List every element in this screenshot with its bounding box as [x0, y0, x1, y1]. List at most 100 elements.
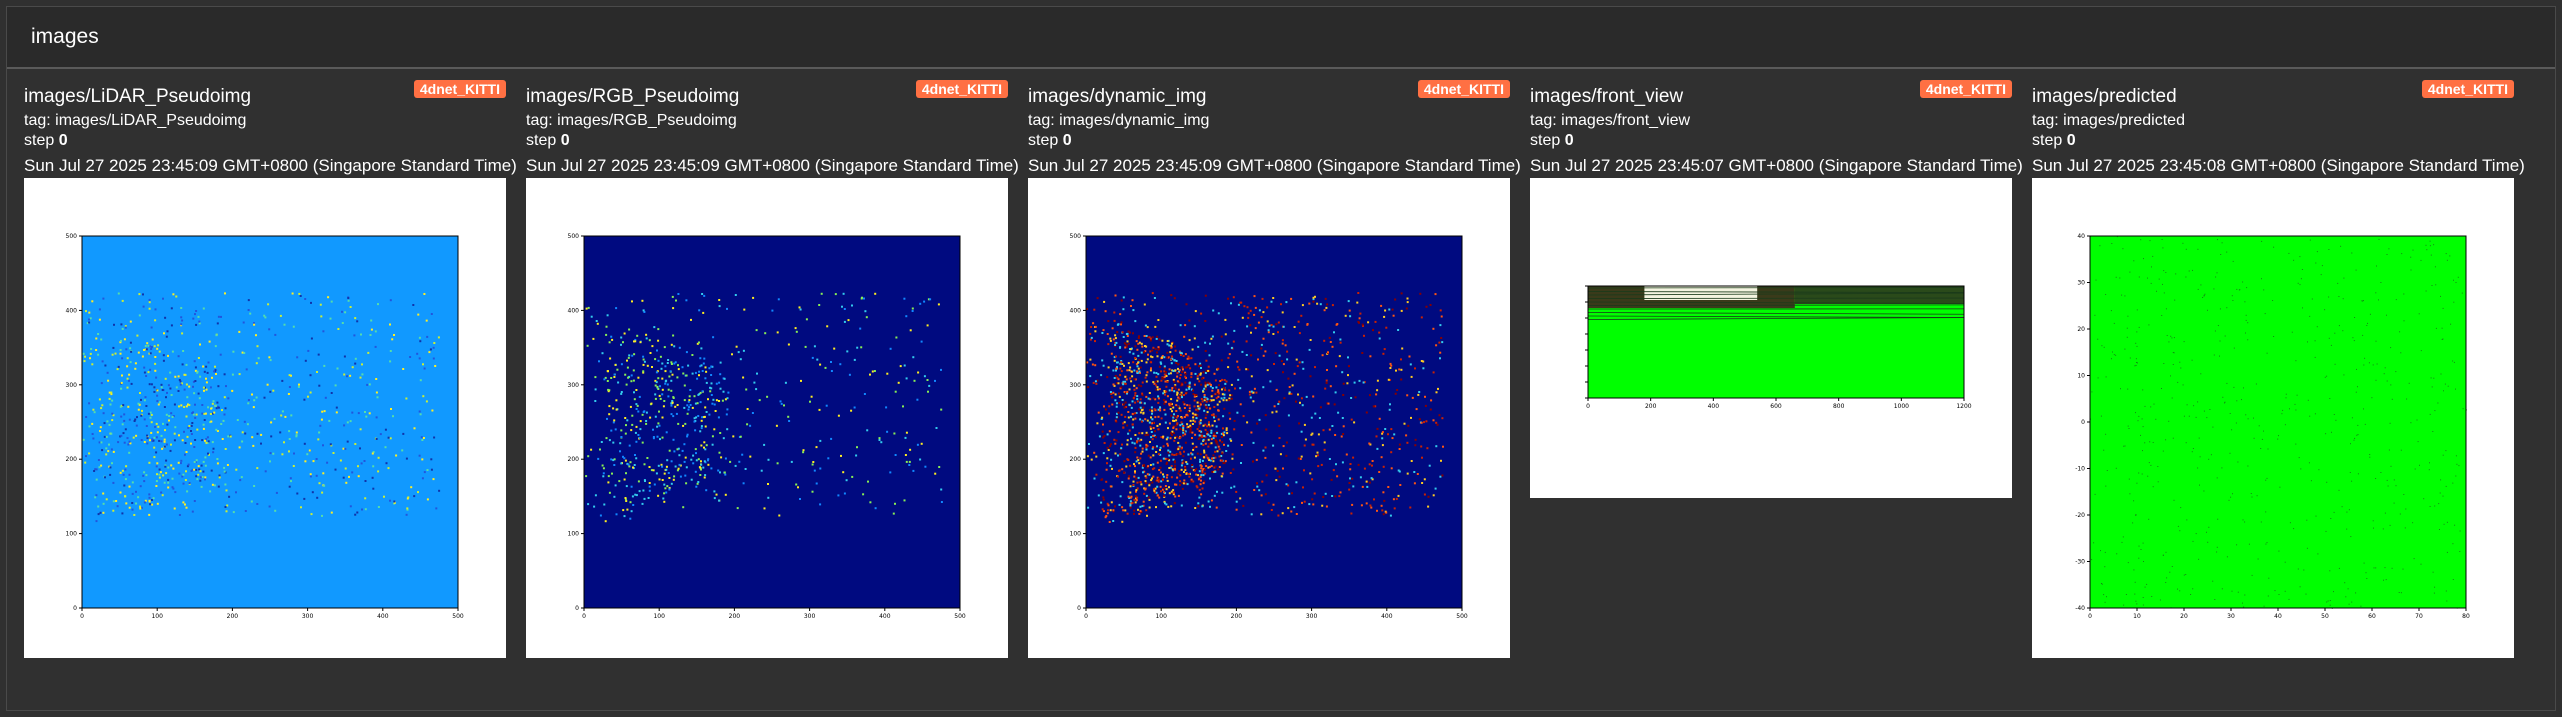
x-tick-label: 0 [80, 613, 84, 620]
card-tag: tag: images/dynamic_img [1028, 112, 1210, 129]
card-timestamp: Sun Jul 27 2025 23:45:07 GMT+0800 (Singa… [1530, 156, 2023, 175]
y-tick-label: 100 [66, 531, 78, 538]
x-tick-label: 70 [2415, 613, 2423, 620]
run-badge: 4dnet_KITTI [413, 80, 506, 98]
predicted-plot: 0 10 20 30 40 50 60 70 80 40 30 20 10 0 -10 -20 -30 -40 [2075, 233, 2470, 620]
dynamic-plot: 0 100 200 300 400 500 500 400 300 200 100 0 [1070, 233, 1468, 620]
run-badge: 4dnet_KITTI [1417, 80, 1510, 98]
x-tick-label: 60 [2368, 613, 2376, 620]
card-timestamp: Sun Jul 27 2025 23:45:08 GMT+0800 (Singa… [2032, 156, 2525, 175]
x-tick-label: 0 [2088, 613, 2092, 620]
image-front-view[interactable]: 0 200 400 600 800 1000 1200 [1530, 178, 2012, 498]
step-value: 0 [560, 132, 570, 149]
card-title: images/dynamic_img [1028, 86, 1207, 107]
y-tick-label: 400 [1070, 307, 1082, 314]
card-step: step 0 [2032, 132, 2076, 149]
y-tick-label: 300 [66, 382, 78, 389]
run-badge: 4dnet_KITTI [915, 80, 1008, 98]
x-tick-label: 200 [227, 613, 239, 620]
card-title: images/LiDAR_Pseudoimg [24, 86, 252, 107]
x-tick-label: 0 [1586, 403, 1590, 410]
card-tag: tag: images/predicted [2032, 112, 2185, 129]
front-view-plot: 0 200 400 600 800 1000 1200 [1585, 285, 1972, 410]
y-tick-label: 300 [1070, 382, 1082, 389]
x-tick-label: 80 [2462, 613, 2470, 620]
y-tick-label: 0 [2081, 419, 2085, 426]
run-badge: 4dnet_KITTI [2421, 80, 2514, 98]
x-tick-label: 400 [377, 613, 389, 620]
section-title: images [31, 25, 99, 48]
y-tick-label: 30 [2077, 280, 2085, 287]
y-tick-label: 300 [568, 382, 580, 389]
section-header[interactable]: images [7, 7, 2555, 69]
y-tick-label: 500 [568, 233, 580, 240]
x-tick-label: 10 [2133, 613, 2141, 620]
card-title: images/front_view [1530, 86, 1684, 107]
x-tick-label: 400 [1708, 403, 1720, 410]
image-lidar[interactable]: 0 100 200 300 400 500 500 400 300 200 100 0 [24, 178, 506, 658]
x-tick-label: 1000 [1894, 403, 1909, 410]
card-step: step 0 [1028, 132, 1072, 149]
card-tag: tag: images/LiDAR_Pseudoimg [24, 112, 247, 129]
card-step: step 0 [24, 132, 68, 149]
card-tag: tag: images/front_view [1530, 112, 1691, 129]
y-tick-label: 0 [1077, 605, 1081, 612]
card-timestamp: Sun Jul 27 2025 23:45:09 GMT+0800 (Singa… [1028, 156, 1521, 175]
y-tick-label: 400 [66, 307, 78, 314]
y-tick-label: -30 [2075, 559, 2085, 566]
x-tick-label: 50 [2321, 613, 2329, 620]
plot-area [2090, 236, 2466, 608]
card-timestamp: Sun Jul 27 2025 23:45:09 GMT+0800 (Singa… [24, 156, 517, 175]
y-tick-label: 20 [2077, 326, 2085, 333]
x-tick-label: 800 [1833, 403, 1845, 410]
card-title: images/RGB_Pseudoimg [526, 86, 740, 107]
step-value: 0 [1564, 132, 1574, 149]
y-tick-label: -20 [2075, 512, 2085, 519]
card-tag: tag: images/RGB_Pseudoimg [526, 112, 737, 129]
card-timestamp: Sun Jul 27 2025 23:45:09 GMT+0800 (Singa… [526, 156, 1019, 175]
y-tick-label: 10 [2077, 373, 2085, 380]
x-tick-label: 400 [879, 613, 891, 620]
card-step: step 0 [1530, 132, 1574, 149]
plot-area [82, 236, 458, 608]
card-step: step 0 [526, 132, 570, 149]
x-tick-label: 300 [804, 613, 816, 620]
card-title: images/predicted [2032, 86, 2177, 107]
y-tick-label: 200 [568, 456, 580, 463]
y-tick-label: 500 [66, 233, 78, 240]
x-tick-label: 40 [2274, 613, 2282, 620]
x-tick-label: 600 [1770, 403, 1782, 410]
step-value: 0 [58, 132, 68, 149]
x-tick-label: 30 [2227, 613, 2235, 620]
y-tick-label: 200 [1070, 456, 1082, 463]
x-tick-label: 500 [452, 613, 464, 620]
rgb-plot: 0 100 200 300 400 500 500 400 300 200 100 0 [568, 233, 966, 620]
x-tick-label: 1200 [1956, 403, 1971, 410]
run-badge: 4dnet_KITTI [1919, 80, 2012, 98]
x-tick-label: 100 [151, 613, 163, 620]
x-tick-label: 100 [653, 613, 665, 620]
y-tick-label: 500 [1070, 233, 1082, 240]
y-tick-label: 100 [568, 531, 580, 538]
image-rgb[interactable]: 0 100 200 300 400 500 500 400 300 200 100 0 [526, 178, 1008, 658]
x-tick-label: 20 [2180, 613, 2188, 620]
image-dynamic[interactable]: 0 100 200 300 400 500 500 400 300 200 100 0 [1028, 178, 1510, 658]
y-tick-label: -10 [2075, 466, 2085, 473]
y-tick-label: 200 [66, 456, 78, 463]
x-tick-label: 500 [954, 613, 966, 620]
y-tick-label: 100 [1070, 531, 1082, 538]
x-tick-label: 500 [1456, 613, 1468, 620]
y-tick-label: -40 [2075, 605, 2085, 612]
step-value: 0 [2066, 132, 2076, 149]
x-tick-label: 0 [582, 613, 586, 620]
x-tick-label: 200 [1231, 613, 1243, 620]
x-tick-label: 400 [1381, 613, 1393, 620]
x-tick-label: 300 [302, 613, 314, 620]
image-predicted[interactable]: 0 10 20 30 40 50 60 70 80 40 30 20 10 0 -10 -20 -30 -40 [2032, 178, 2514, 658]
step-value: 0 [1062, 132, 1072, 149]
x-tick-label: 200 [729, 613, 741, 620]
x-tick-label: 100 [1155, 613, 1167, 620]
lidar-plot: 0 100 200 300 400 500 500 400 300 200 100 0 [66, 233, 464, 620]
x-tick-label: 200 [1645, 403, 1657, 410]
y-tick-label: 0 [73, 605, 77, 612]
